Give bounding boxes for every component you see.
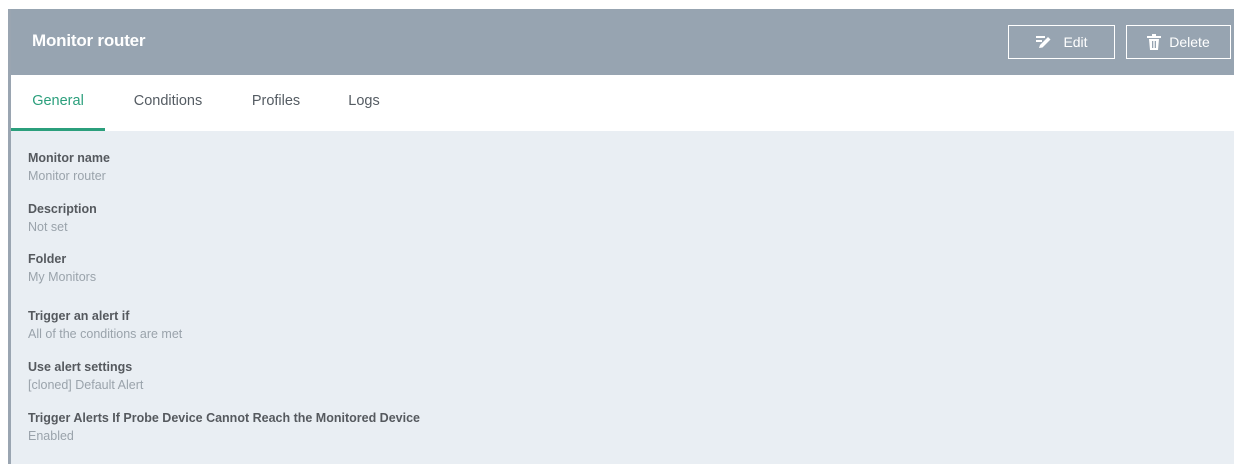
- field-trigger-alert-if: Trigger an alert if All of the condition…: [28, 308, 182, 342]
- edit-button[interactable]: Edit: [1008, 25, 1115, 59]
- field-label: Description: [28, 202, 97, 216]
- field-probe-unreachable-alerts: Trigger Alerts If Probe Device Cannot Re…: [28, 410, 420, 444]
- field-use-alert-settings: Use alert settings [cloned] Default Aler…: [28, 359, 143, 393]
- trash-icon: [1147, 34, 1162, 50]
- field-description: Description Not set: [28, 201, 97, 235]
- delete-button[interactable]: Delete: [1126, 25, 1231, 59]
- field-folder: Folder My Monitors: [28, 251, 96, 285]
- field-value: [cloned] Default Alert: [28, 378, 144, 392]
- delete-button-label: Delete: [1169, 34, 1210, 50]
- monitor-detail-panel: Monitor router Edit Delete General Condi…: [0, 0, 1234, 464]
- field-label: Monitor name: [28, 151, 110, 165]
- field-label: Folder: [28, 252, 67, 266]
- tab-logs[interactable]: Logs: [345, 75, 383, 131]
- tab-general[interactable]: General: [11, 75, 105, 131]
- tab-conditions[interactable]: Conditions: [126, 75, 210, 131]
- field-monitor-name: Monitor name Monitor router: [28, 150, 110, 184]
- tab-profiles[interactable]: Profiles: [246, 75, 306, 131]
- general-details: Monitor name Monitor router Description …: [11, 131, 1234, 464]
- tab-bar: General Conditions Profiles Logs: [11, 75, 1234, 131]
- page-title: Monitor router: [32, 31, 146, 50]
- field-value: Monitor router: [28, 169, 106, 183]
- field-value: Not set: [28, 220, 68, 234]
- field-value: My Monitors: [28, 270, 97, 284]
- panel-header: Monitor router Edit Delete: [11, 9, 1234, 75]
- field-label: Trigger an alert if: [28, 309, 130, 323]
- field-label: Trigger Alerts If Probe Device Cannot Re…: [28, 411, 420, 425]
- edit-icon: [1035, 34, 1055, 50]
- edit-button-label: Edit: [1063, 34, 1088, 50]
- field-value: All of the conditions are met: [28, 327, 183, 341]
- field-value: Enabled: [28, 429, 74, 443]
- field-label: Use alert settings: [28, 360, 133, 374]
